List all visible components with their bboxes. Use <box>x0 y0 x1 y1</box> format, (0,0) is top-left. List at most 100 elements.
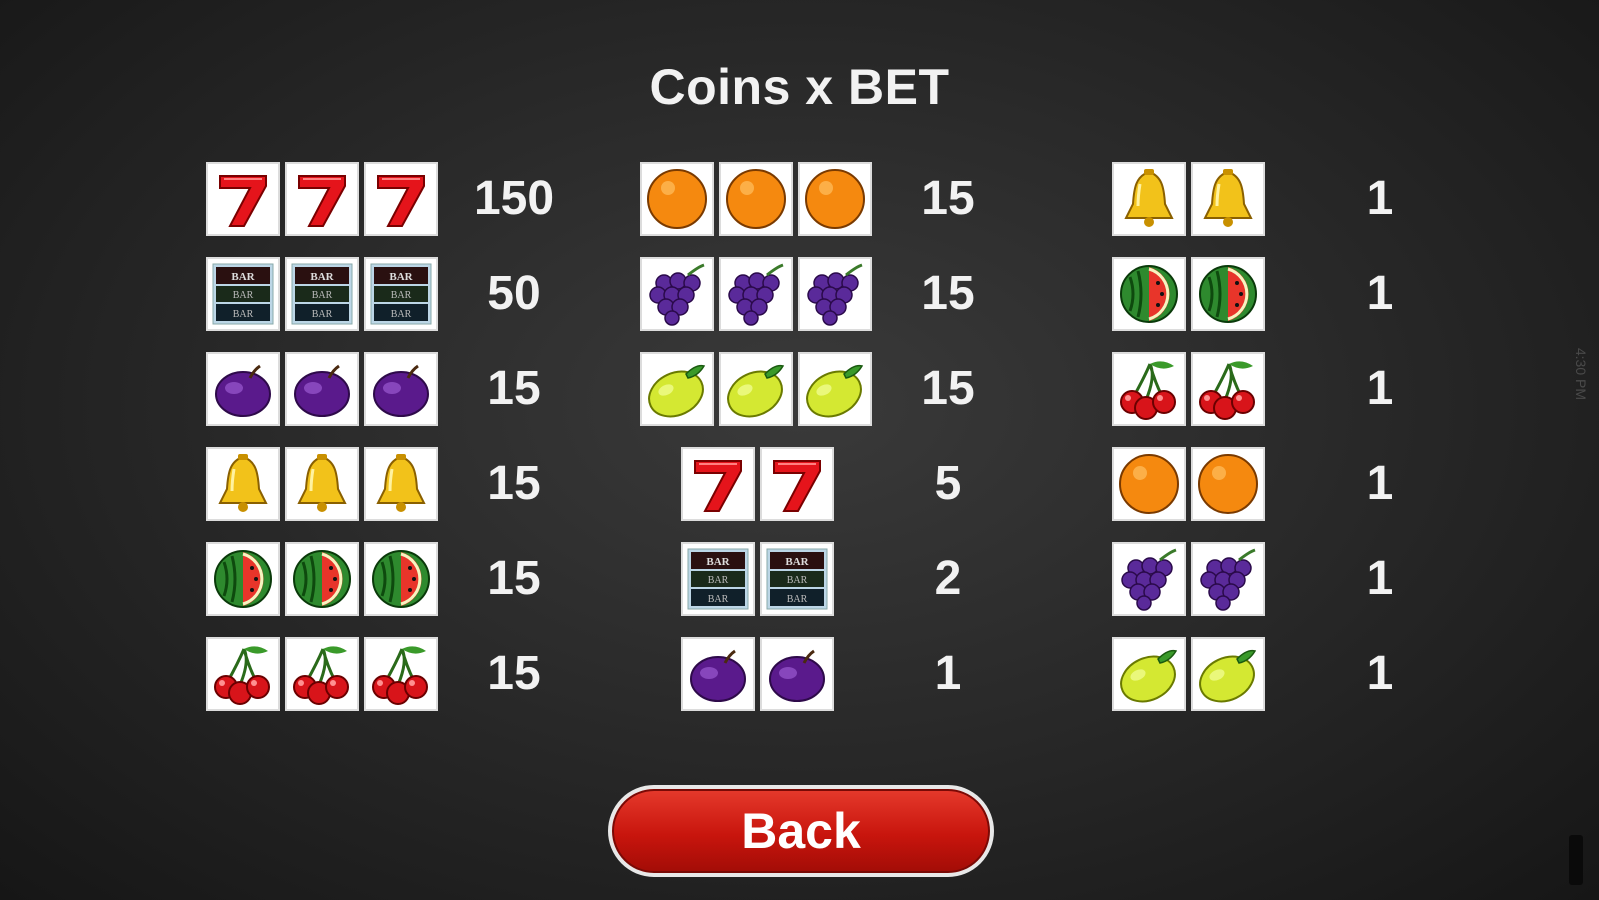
svg-text:BAR: BAR <box>312 309 333 320</box>
svg-text:BAR: BAR <box>233 309 254 320</box>
orange-icon <box>798 162 872 236</box>
lemon-icon <box>1191 637 1265 711</box>
payout-value: 5 <box>934 457 962 510</box>
plum-icon <box>206 352 280 426</box>
svg-text:BAR: BAR <box>708 594 729 605</box>
grape-icon <box>719 257 793 331</box>
payout-value: 1 <box>1366 267 1394 320</box>
paytable-row <box>640 255 877 333</box>
svg-text:BAR: BAR <box>389 271 413 283</box>
seven-icon <box>285 162 359 236</box>
svg-text:BAR: BAR <box>785 556 809 568</box>
lemon-icon <box>719 352 793 426</box>
svg-text:BAR: BAR <box>233 290 254 301</box>
lemon-icon <box>1112 637 1186 711</box>
bell-icon <box>1112 162 1186 236</box>
svg-text:BAR: BAR <box>787 575 808 586</box>
payout-value: 15 <box>487 552 541 605</box>
plum-icon <box>681 637 755 711</box>
plum-icon <box>364 352 438 426</box>
bell-icon <box>364 447 438 521</box>
grape-icon <box>1112 542 1186 616</box>
back-button[interactable]: Back <box>608 785 994 877</box>
paytable-row <box>206 445 443 523</box>
paytable-row <box>1112 255 1270 333</box>
paytable-row <box>640 160 877 238</box>
payout-value: 150 <box>473 172 555 225</box>
orange-icon <box>719 162 793 236</box>
bar-icon: BAR BAR BAR <box>681 542 755 616</box>
svg-text:BAR: BAR <box>312 290 333 301</box>
paytable-row <box>206 160 443 238</box>
watermelon-icon <box>206 542 280 616</box>
paytable-row <box>1112 160 1270 238</box>
watermelon-icon <box>285 542 359 616</box>
bar-icon: BAR BAR BAR <box>285 257 359 331</box>
paytable-row <box>1112 445 1270 523</box>
paytable-row <box>206 540 443 618</box>
paytable-title: Coins x BET <box>649 59 950 115</box>
grape-icon <box>798 257 872 331</box>
grape-icon <box>1191 542 1265 616</box>
paytable-row: BAR BAR BAR BAR BAR BAR BAR BAR BAR <box>206 255 443 333</box>
status-time: 4:30 PM <box>1573 347 1589 400</box>
svg-text:BAR: BAR <box>787 594 808 605</box>
watermelon-icon <box>1191 257 1265 331</box>
bell-icon <box>1191 162 1265 236</box>
bar-icon: BAR BAR BAR <box>760 542 834 616</box>
bar-icon: BAR BAR BAR <box>364 257 438 331</box>
payout-value: 1 <box>1366 172 1394 225</box>
payout-value: 2 <box>934 552 962 605</box>
orange-icon <box>1112 447 1186 521</box>
paytable-row <box>1112 350 1270 428</box>
svg-text:BAR: BAR <box>391 290 412 301</box>
payout-value: 15 <box>487 457 541 510</box>
plum-icon <box>285 352 359 426</box>
paytable-row <box>1112 635 1270 713</box>
bar-icon: BAR BAR BAR <box>206 257 280 331</box>
payout-value: 50 <box>487 267 541 320</box>
cherry-icon <box>1112 352 1186 426</box>
svg-text:BAR: BAR <box>310 271 334 283</box>
cherry-icon <box>364 637 438 711</box>
svg-text:BAR: BAR <box>706 556 730 568</box>
seven-icon <box>760 447 834 521</box>
payout-value: 1 <box>1366 647 1394 700</box>
paytable-row <box>681 635 839 713</box>
seven-icon <box>206 162 280 236</box>
svg-text:BAR: BAR <box>231 271 255 283</box>
plum-icon <box>760 637 834 711</box>
grape-icon <box>640 257 714 331</box>
svg-text:BAR: BAR <box>708 575 729 586</box>
payout-value: 15 <box>487 647 541 700</box>
payout-value: 1 <box>1366 552 1394 605</box>
payout-value: 1 <box>934 647 962 700</box>
paytable-row <box>640 350 877 428</box>
paytable-row <box>1112 540 1270 618</box>
lemon-icon <box>640 352 714 426</box>
bell-icon <box>285 447 359 521</box>
cherry-icon <box>1191 352 1265 426</box>
orange-icon <box>640 162 714 236</box>
payout-value: 1 <box>1366 457 1394 510</box>
lemon-icon <box>798 352 872 426</box>
battery-icon <box>1569 835 1583 885</box>
watermelon-icon <box>364 542 438 616</box>
svg-text:BAR: BAR <box>391 309 412 320</box>
seven-icon <box>681 447 755 521</box>
paytable-row <box>206 635 443 713</box>
bell-icon <box>206 447 280 521</box>
payout-value: 1 <box>1366 362 1394 415</box>
cherry-icon <box>206 637 280 711</box>
watermelon-icon <box>1112 257 1186 331</box>
payout-value: 15 <box>921 267 975 320</box>
payout-value: 15 <box>921 362 975 415</box>
orange-icon <box>1191 447 1265 521</box>
paytable-row: BAR BAR BAR BAR BAR BAR <box>681 540 839 618</box>
payout-value: 15 <box>487 362 541 415</box>
paytable-row <box>681 445 839 523</box>
cherry-icon <box>285 637 359 711</box>
seven-icon <box>364 162 438 236</box>
paytable-row <box>206 350 443 428</box>
payout-value: 15 <box>921 172 975 225</box>
